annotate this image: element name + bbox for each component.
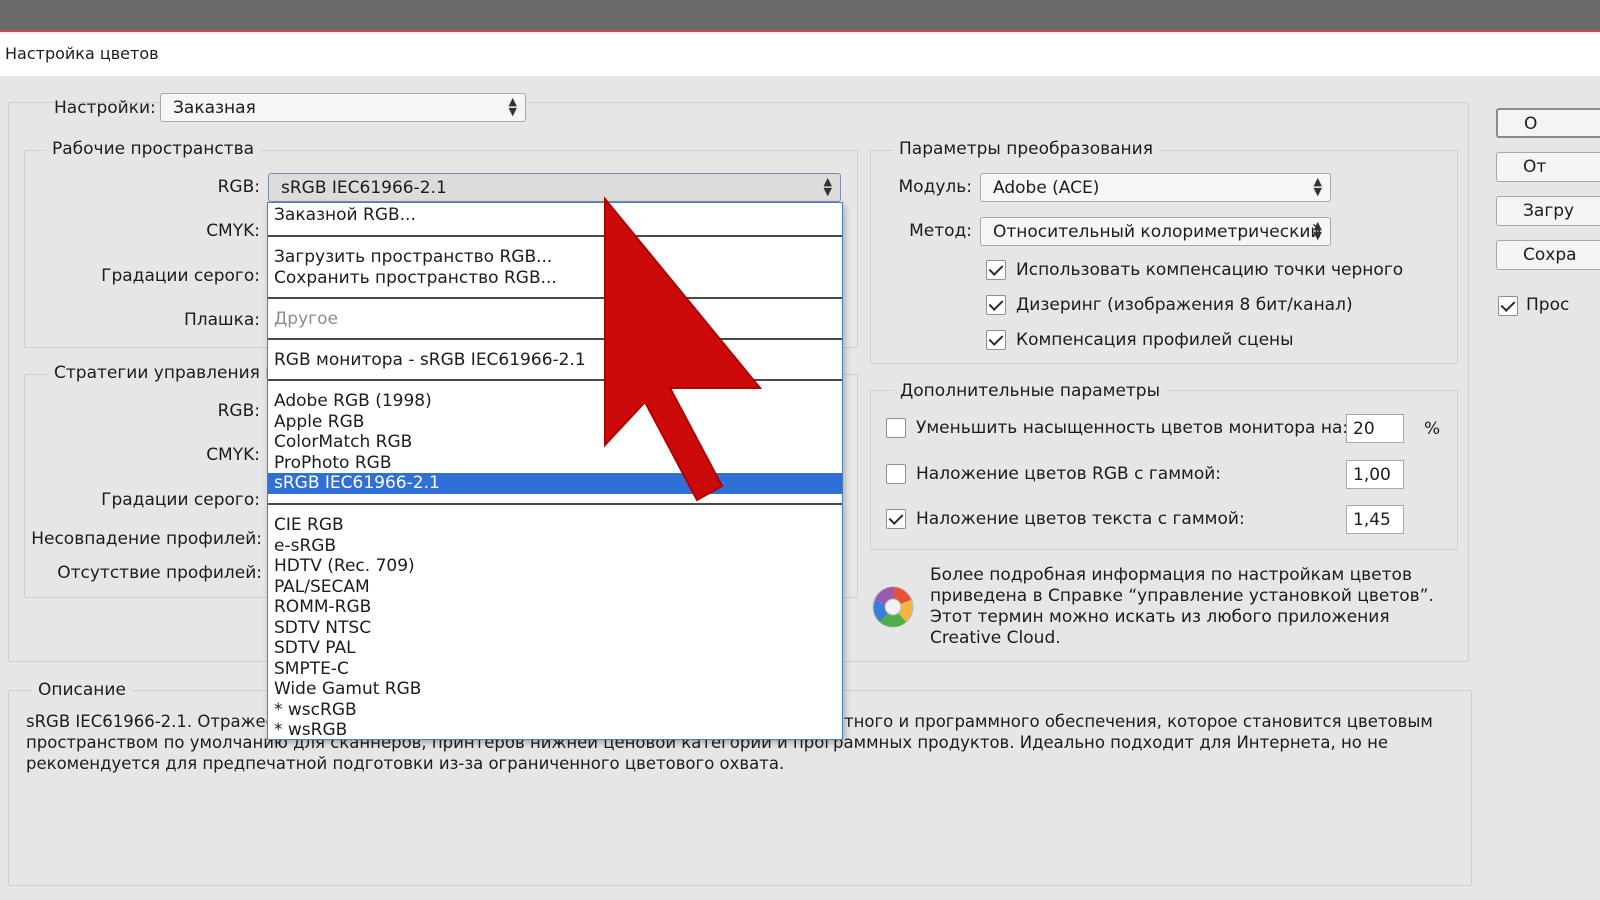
- red-arrow-annotation: [604, 196, 763, 502]
- arrow-shape: [604, 196, 763, 502]
